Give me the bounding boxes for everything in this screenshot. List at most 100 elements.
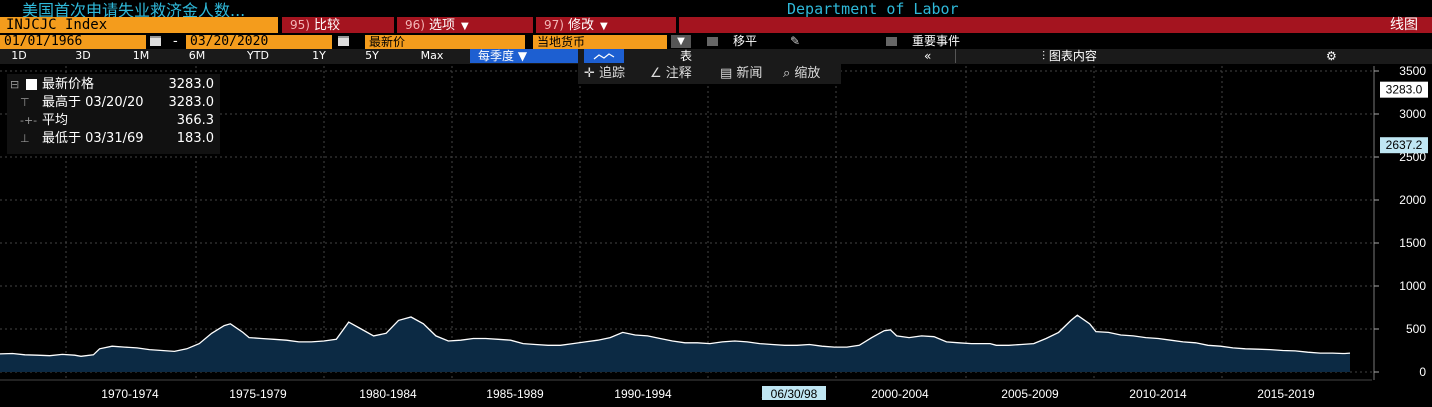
compare-button[interactable]: 95) 比较 (282, 17, 394, 33)
chart-content-label: 图表内容 (1048, 49, 1097, 63)
period-ytd[interactable]: YTD (238, 49, 278, 63)
options-dropdown-icon: ▼ (460, 21, 469, 32)
data-source: Department of Labor (787, 0, 959, 18)
calendar-icon[interactable] (150, 36, 161, 46)
annotate-tool[interactable]: ∠ 注释 (650, 64, 692, 84)
legend-last-value: 3283.0 (168, 77, 215, 92)
period-1d[interactable]: 1D (4, 49, 34, 63)
chart-content-button[interactable]: ⫶ 图表内容 (1042, 49, 1097, 63)
annotate-icon: ∠ (650, 66, 666, 81)
period-bar: 1D 3D 1M 6M YTD 1Y 5Y Max 每季度 ▼ 表 « ⫶ 图表… (0, 49, 1432, 64)
last-value-badge: 3283.0 (1386, 83, 1423, 97)
options-number: 96) (405, 18, 425, 32)
y-tick-label: 3000 (1399, 107, 1426, 121)
low-marker-icon: ⊥ (20, 132, 30, 145)
annotate-label: 注释 (665, 66, 692, 81)
x-tick-label: 1980-1984 (359, 387, 417, 400)
x-tick-label: 1990-1994 (614, 387, 672, 400)
period-5y[interactable]: 5Y (357, 49, 387, 63)
options-label: 选项 (428, 18, 455, 33)
options-button[interactable]: 96) 选项 ▼ (397, 17, 533, 33)
legend-avg-value: 366.3 (176, 113, 214, 128)
chart-content-icon: ⫶ (1042, 49, 1049, 63)
x-axis-labels: 1970-1974 1975-1979 1980-1984 1985-1989 1990… (101, 387, 1315, 400)
start-date-field[interactable]: 01/01/1966 (0, 35, 146, 49)
crosshair-date: 06/30/98 (771, 387, 818, 400)
currency-dropdown-icon[interactable]: ▼ (671, 35, 691, 48)
legend-last-label: 最新价格 (42, 77, 95, 92)
y-tick-label: 3500 (1399, 64, 1426, 78)
events-checkbox[interactable] (886, 37, 897, 46)
x-tick-label: 2015-2019 (1257, 387, 1315, 400)
zoom-label: 缩放 (794, 66, 821, 81)
edit-button[interactable]: 97) 修改 ▼ (536, 17, 676, 33)
track-label: 追踪 (599, 66, 626, 81)
legend-last: ⊟ 最新价格 3283.0 (7, 76, 220, 93)
x-tick-label: 1975-1979 (229, 387, 287, 400)
title-bar: 美国首次申请失业救济金人数... Department of Labor (0, 0, 1432, 20)
legend-high-value: 3283.0 (168, 95, 215, 110)
y-tick-label: 500 (1406, 322, 1426, 336)
period-1m[interactable]: 1M (126, 49, 156, 63)
y-tick-label: 2000 (1399, 193, 1426, 207)
legend-avg-label: 平均 (42, 113, 69, 128)
frequency-dropdown-icon: ▼ (517, 49, 528, 63)
period-1y[interactable]: 1Y (304, 49, 334, 63)
legend-high-label: 最高于 03/20/20 (42, 95, 144, 110)
settings-bar: 01/01/1966 - 03/20/2020 最新价 当地货币 ▼ 移平 ✎ … (0, 34, 1432, 49)
track-tool[interactable]: ✛ 追踪 (584, 64, 625, 84)
line-chart-glyph (593, 53, 615, 60)
news-tool[interactable]: ▤ 新闻 (720, 64, 762, 84)
news-label: 新闻 (736, 66, 763, 81)
crosshair-icon: ✛ (584, 66, 600, 81)
high-marker-icon: ⊤ (20, 96, 30, 109)
pencil-icon[interactable]: ✎ (790, 34, 800, 49)
news-icon: ▤ (720, 66, 737, 81)
moving-average-checkbox[interactable] (707, 37, 718, 46)
frequency-select[interactable]: 每季度 ▼ (470, 49, 578, 63)
frequency-label: 每季度 (478, 49, 515, 63)
currency-select[interactable]: 当地货币 (533, 35, 667, 49)
chart-name-bar: 线图 (679, 17, 1432, 33)
collapse-icon[interactable]: « (924, 49, 931, 63)
edit-number: 97) (544, 18, 564, 32)
calendar-icon[interactable] (338, 36, 349, 46)
end-date-field[interactable]: 03/20/2020 (186, 35, 332, 49)
moving-average-label: 移平 (733, 34, 758, 48)
legend-low-label: 最低于 03/31/69 (42, 131, 144, 146)
toolbar-separator (955, 49, 956, 63)
ticker-field[interactable]: INJCJC Index (0, 17, 278, 33)
magnifier-icon: ⌕ (783, 66, 795, 81)
legend-avg: -+- 平均 366.3 (7, 112, 220, 129)
average-marker-icon: -+- (20, 114, 38, 127)
y-tick-label: 1500 (1399, 236, 1426, 250)
legend-low-value: 183.0 (176, 131, 214, 146)
collapse-box-icon[interactable]: ⊟ (10, 76, 19, 93)
period-6m[interactable]: 6M (182, 49, 212, 63)
prev-value-badge: 2637.2 (1386, 138, 1423, 152)
events-label: 重要事件 (912, 34, 961, 48)
zoom-tool[interactable]: ⌕ 缩放 (783, 64, 820, 84)
x-tick-label: 2010-2014 (1129, 387, 1187, 400)
period-max[interactable]: Max (410, 49, 454, 63)
series-area (0, 315, 1350, 372)
compare-label: 比较 (313, 18, 340, 33)
x-tick-label: 1970-1974 (101, 387, 159, 400)
y-tick-label: 0 (1419, 365, 1426, 379)
date-range-dash: - (173, 34, 178, 49)
edit-label: 修改 (567, 18, 594, 33)
legend-panel: ⊟ 最新价格 3283.0 ⊤ 最高于 03/20/20 3283.0 -+- … (7, 74, 220, 154)
legend-low: ⊥ 最低于 03/31/69 183.0 (7, 130, 220, 147)
price-field-select[interactable]: 最新价 (365, 35, 525, 49)
period-3d[interactable]: 3D (68, 49, 98, 63)
gear-icon[interactable]: ⚙ (1326, 49, 1337, 63)
x-tick-label: 2000-2004 (871, 387, 929, 400)
series-color-swatch (26, 79, 37, 90)
line-chart-icon[interactable] (584, 49, 624, 63)
legend-high: ⊤ 最高于 03/20/20 3283.0 (7, 94, 220, 111)
y-tick-label: 1000 (1399, 279, 1426, 293)
bottom-strip (0, 400, 1432, 407)
x-tick-label: 1985-1989 (486, 387, 544, 400)
chart-tools: ✛ 追踪 ∠ 注释 ▤ 新闻 ⌕ 缩放 (578, 64, 841, 84)
table-button[interactable]: 表 (680, 49, 692, 63)
